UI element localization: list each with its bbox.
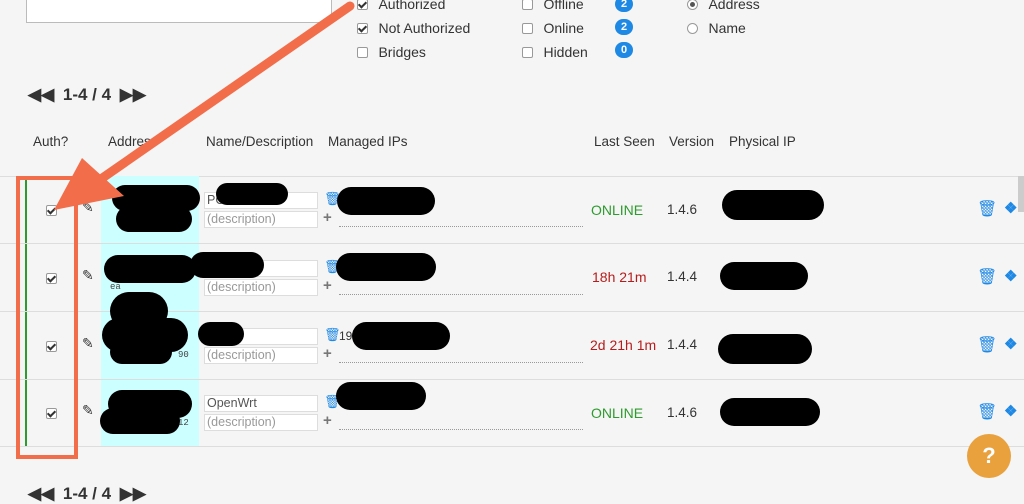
annotation-arrow [54, 1, 355, 210]
